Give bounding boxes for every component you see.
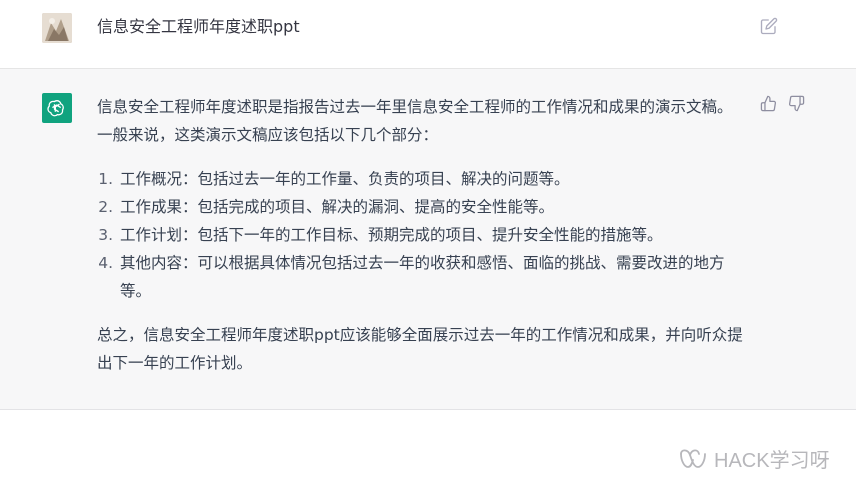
list-item: 工作成果：包括完成的项目、解决的漏洞、提高的安全性能等。 <box>118 193 747 221</box>
assistant-message-row: 信息安全工程师年度述职是指报告过去一年里信息安全工程师的工作情况和成果的演示文稿… <box>0 69 856 410</box>
thumbs-down-icon[interactable] <box>788 95 805 112</box>
answer-conclusion: 总之，信息安全工程师年度述职ppt应该能够全面展示过去一年的工作情况和成果，并向… <box>97 326 743 372</box>
user-message-row: 信息安全工程师年度述职ppt <box>0 0 856 69</box>
list-item: 工作概况：包括过去一年的工作量、负责的项目、解决的问题等。 <box>118 165 747 193</box>
list-item: 工作计划：包括下一年的工作目标、预期完成的项目、提升安全性能的措施等。 <box>118 221 747 249</box>
answer-list: 工作概况：包括过去一年的工作量、负责的项目、解决的问题等。 工作成果：包括完成的… <box>97 165 747 305</box>
wechat-channel-icon <box>680 448 706 468</box>
list-item: 其他内容：可以根据具体情况包括过去一年的收获和感悟、面临的挑战、需要改进的地方等… <box>118 249 747 305</box>
edit-icon[interactable] <box>760 17 778 35</box>
assistant-answer: 信息安全工程师年度述职是指报告过去一年里信息安全工程师的工作情况和成果的演示文稿… <box>97 93 747 377</box>
watermark: HACK学习呀 <box>678 444 830 473</box>
openai-logo-icon <box>42 93 72 123</box>
answer-intro: 信息安全工程师年度述职是指报告过去一年里信息安全工程师的工作情况和成果的演示文稿… <box>97 98 733 144</box>
thumbs-up-icon[interactable] <box>760 95 777 112</box>
chat-page: 信息安全工程师年度述职ppt 信息安全工程师年度述职是指报告过去一年里信息安全工… <box>0 0 856 495</box>
user-avatar <box>42 13 72 43</box>
user-message-text: 信息安全工程师年度述职ppt <box>97 17 300 36</box>
watermark-text: HACK学习呀 <box>714 450 830 472</box>
